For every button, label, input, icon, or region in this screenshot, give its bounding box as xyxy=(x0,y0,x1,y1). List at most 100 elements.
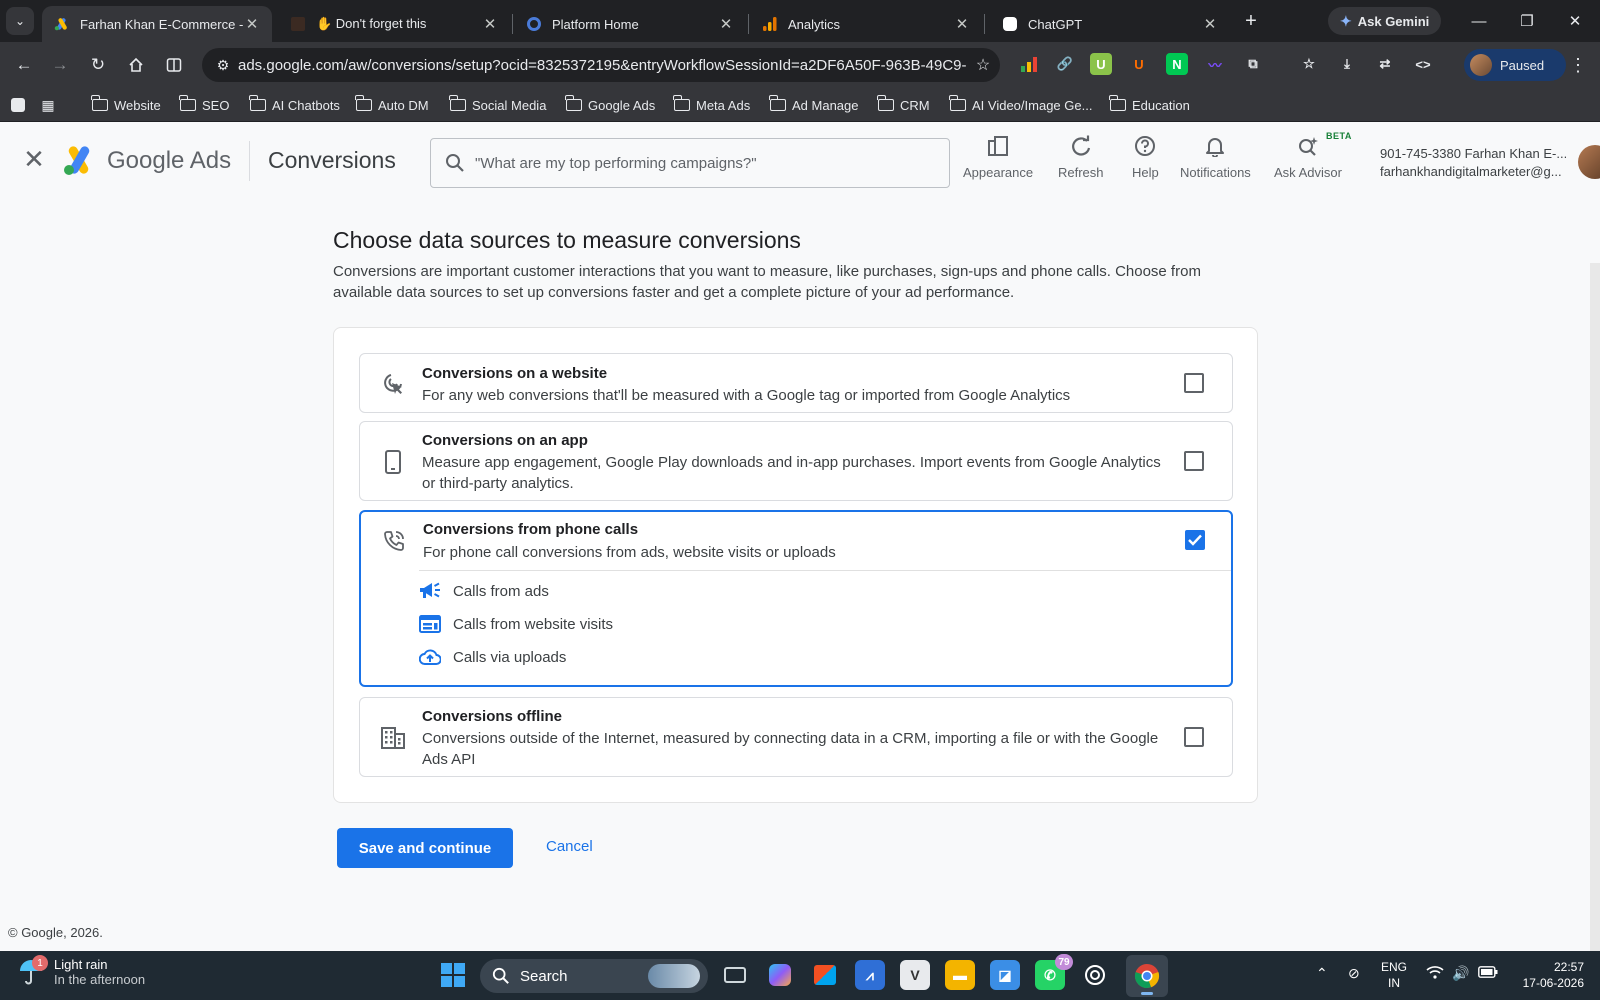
new-tab-button[interactable]: + xyxy=(1238,8,1264,34)
weather-widget[interactable]: 1 Light rain In the afternoon xyxy=(18,955,145,987)
app-v-icon[interactable]: V xyxy=(900,960,930,990)
bookmark-label: Meta Ads xyxy=(696,97,751,113)
show-hidden-icons[interactable]: ⌃ xyxy=(1316,965,1328,982)
save-and-continue-button[interactable]: Save and continue xyxy=(337,828,513,868)
app-checkbox[interactable] xyxy=(1184,451,1204,471)
task-view-icon[interactable] xyxy=(720,960,750,990)
tab-search-dropdown-icon[interactable]: ⌄ xyxy=(6,7,34,35)
bookmark-folder-ai-video[interactable]: AI Video/Image Ge... xyxy=(949,94,1092,116)
microsoft-store-icon[interactable] xyxy=(810,960,840,990)
appearance-icon xyxy=(986,133,1010,159)
refresh-button[interactable]: Refresh xyxy=(1058,133,1104,189)
cancel-link[interactable]: Cancel xyxy=(546,838,593,855)
browser-tab-chatgpt[interactable]: ChatGPT ✕ xyxy=(990,6,1230,42)
reload-icon[interactable]: ↻ xyxy=(84,51,112,79)
close-tab-icon[interactable]: ✕ xyxy=(1202,15,1218,33)
bookmark-folder-auto-dm[interactable]: Auto DM xyxy=(355,94,429,116)
extensions-puzzle-icon[interactable]: ⧉ xyxy=(1242,53,1264,75)
gemini-sparkle-icon: ✦ xyxy=(1340,12,1352,29)
profile-chip[interactable]: Paused xyxy=(1464,49,1566,81)
search-box[interactable] xyxy=(430,138,950,188)
bookmark-folder-google-ads[interactable]: Google Ads xyxy=(565,94,655,116)
account-email: farhankhandigitalmarketer@g... xyxy=(1380,164,1562,179)
close-tab-icon[interactable]: ✕ xyxy=(954,15,970,33)
site-settings-icon[interactable]: ⚙ xyxy=(208,57,238,74)
website-checkbox[interactable] xyxy=(1184,373,1204,393)
battery-icon[interactable] xyxy=(1478,965,1498,981)
bookmark-star-icon[interactable]: ☆ xyxy=(966,55,1000,75)
volume-icon[interactable]: 🔊 xyxy=(1452,965,1469,982)
chatgpt-app-icon[interactable] xyxy=(1080,960,1110,990)
restore-window-icon[interactable]: ❐ xyxy=(1504,6,1550,36)
home-icon[interactable] xyxy=(122,51,150,79)
address-bar[interactable]: ⚙ ads.google.com/aw/conversions/setup?oc… xyxy=(202,48,1000,82)
close-tab-icon[interactable]: ✕ xyxy=(482,15,498,33)
translate-icon[interactable]: ⇄ xyxy=(1374,53,1396,75)
extension-chart-icon[interactable] xyxy=(1018,53,1040,75)
photos-icon[interactable]: ◪ xyxy=(990,960,1020,990)
ask-gemini-button[interactable]: ✦ Ask Gemini xyxy=(1328,7,1442,35)
browser-tab-dont-forget[interactable]: ✋ Don't forget this ✕ xyxy=(278,6,510,42)
bookmark-folder-ai-chatbots[interactable]: AI Chatbots xyxy=(249,94,340,116)
network-off-icon[interactable]: ⊘ xyxy=(1348,965,1360,982)
extension-link-icon[interactable]: 🔗 xyxy=(1054,53,1076,75)
bookmark-folder-crm[interactable]: CRM xyxy=(877,94,930,116)
search-input[interactable] xyxy=(475,154,915,172)
system-clock[interactable]: 22:57 17-06-2026 xyxy=(1512,959,1584,991)
devtools-code-icon[interactable]: <> xyxy=(1412,53,1434,75)
help-button[interactable]: Help xyxy=(1132,133,1159,189)
option-app[interactable]: Conversions on an app Measure app engage… xyxy=(359,421,1233,501)
browser-tab-analytics[interactable]: Analytics ✕ xyxy=(750,6,982,42)
whatsapp-icon[interactable]: ✆ 79 xyxy=(1035,954,1073,990)
apps-grid-icon[interactable]: ▦ xyxy=(38,95,58,115)
account-info[interactable]: 901-745-3380 Farhan Khan E-... farhankha… xyxy=(1380,145,1566,181)
close-window-icon[interactable]: ✕ xyxy=(1552,6,1598,36)
notifications-button[interactable]: Notifications xyxy=(1180,133,1251,189)
bookmark-folder-education[interactable]: Education xyxy=(1109,94,1190,116)
file-explorer-icon[interactable]: ▬ xyxy=(945,960,975,990)
taskbar-search[interactable]: Search xyxy=(480,959,708,993)
bookmarks-manager-icon[interactable]: ☆ xyxy=(1298,53,1320,75)
bookmark-folder-seo[interactable]: SEO xyxy=(179,94,229,116)
bookmark-app-icon[interactable] xyxy=(8,95,28,115)
option-website[interactable]: Conversions on a website For any web con… xyxy=(359,353,1233,413)
bookmark-folder-social-media[interactable]: Social Media xyxy=(449,94,546,116)
option-offline[interactable]: Conversions offline Conversions outside … xyxy=(359,697,1233,777)
ask-advisor-button[interactable]: Ask Advisor xyxy=(1274,133,1342,189)
split-view-icon[interactable] xyxy=(160,51,188,79)
extension-n-icon[interactable]: N xyxy=(1166,53,1188,75)
app-blue-icon[interactable]: ⩘ xyxy=(855,960,885,990)
minimize-window-icon[interactable]: — xyxy=(1456,6,1502,36)
language-code: ENG xyxy=(1381,960,1408,974)
copilot-icon[interactable] xyxy=(765,960,795,990)
account-avatar[interactable] xyxy=(1578,145,1600,179)
download-icon[interactable]: ⤓ xyxy=(1336,53,1358,75)
windows-start-icon[interactable] xyxy=(438,960,468,990)
chrome-taskbar-button[interactable] xyxy=(1126,955,1168,997)
close-icon[interactable]: ✕ xyxy=(20,144,48,174)
browser-menu-icon[interactable]: ⋮ xyxy=(1566,51,1590,79)
browser-tab-platform-home[interactable]: Platform Home ✕ xyxy=(514,6,746,42)
close-tab-icon[interactable]: ✕ xyxy=(718,15,734,33)
bookmark-folder-website[interactable]: Website xyxy=(91,94,161,116)
offline-checkbox[interactable] xyxy=(1184,727,1204,747)
appearance-button[interactable]: Appearance xyxy=(963,133,1033,189)
page-scrollbar[interactable] xyxy=(1590,263,1600,951)
close-tab-icon[interactable]: ✕ xyxy=(244,15,260,33)
advisor-icon xyxy=(1296,133,1320,159)
language-indicator[interactable]: ENG IN xyxy=(1381,959,1407,991)
browser-tab-google-ads[interactable]: Farhan Khan E-Commerce - G ✕ xyxy=(42,6,272,42)
ask-advisor-label: Ask Advisor xyxy=(1274,165,1342,180)
subitem-label: Calls from website visits xyxy=(453,615,614,633)
bookmark-folder-ad-manage[interactable]: Ad Manage xyxy=(769,94,859,116)
platform-logo-icon xyxy=(526,16,542,32)
option-phone-calls[interactable]: Conversions from phone calls For phone c… xyxy=(359,510,1233,687)
phone-calls-checkbox[interactable] xyxy=(1185,530,1205,550)
extension-u-orange-icon[interactable]: U xyxy=(1128,53,1150,75)
bookmark-folder-meta-ads[interactable]: Meta Ads xyxy=(673,94,751,116)
wifi-icon[interactable] xyxy=(1426,965,1444,982)
extension-u-green-icon[interactable]: U xyxy=(1090,53,1112,75)
forward-icon[interactable]: → xyxy=(46,51,74,79)
extension-wave-icon[interactable]: 〰 xyxy=(1204,53,1226,75)
back-icon[interactable]: ← xyxy=(10,51,38,79)
